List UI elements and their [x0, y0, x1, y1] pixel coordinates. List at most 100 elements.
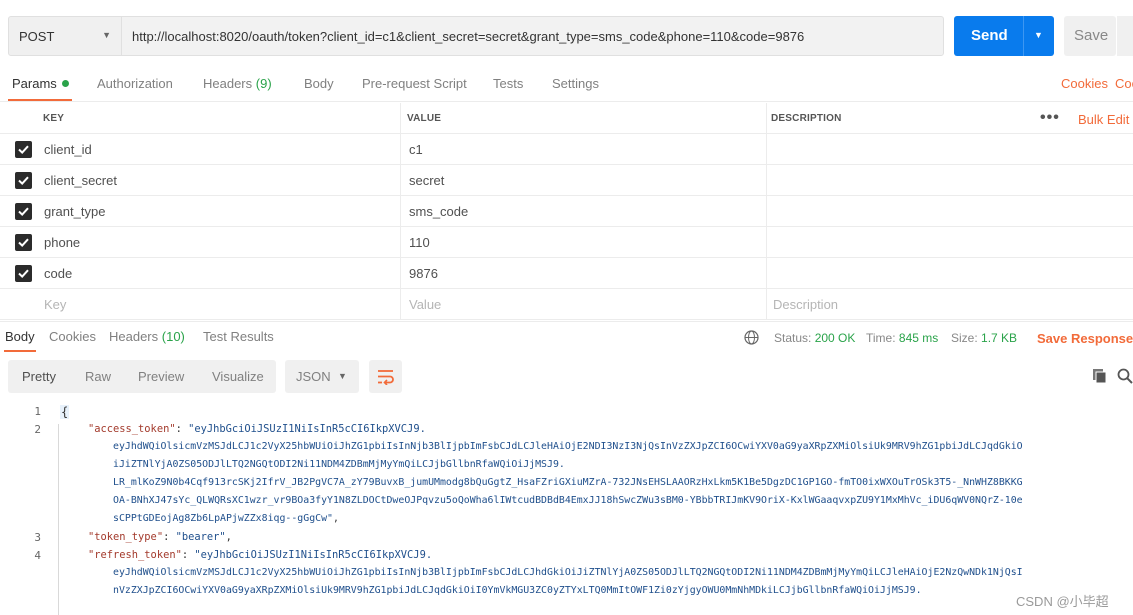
tab-params[interactable]: Params [12, 76, 69, 91]
size-value: 1.7 KB [981, 331, 1018, 345]
line-number: 3 [34, 531, 41, 544]
json-key: "access_token" [88, 423, 176, 435]
check-icon [18, 207, 29, 217]
code-continuation: nVzZXJpZCI6OCwiYXV0aG9yaXRpZXMiOlsiUk9MR… [113, 585, 922, 596]
wrap-lines-button[interactable] [369, 360, 402, 393]
copy-icon[interactable] [1092, 368, 1108, 384]
tab-response-headers[interactable]: Headers (10) [109, 329, 185, 344]
description-cell[interactable] [767, 165, 1133, 195]
key-cell[interactable]: code [0, 258, 401, 288]
cookies-link[interactable]: Cookies [1061, 76, 1108, 91]
send-label: Send [971, 27, 1008, 44]
time-indicator: Time: 845 ms [866, 331, 938, 345]
description-cell[interactable] [767, 227, 1133, 257]
description-cell[interactable] [767, 134, 1133, 164]
check-icon [18, 238, 29, 248]
key-cell[interactable]: client_id [0, 134, 401, 164]
tab-test-results[interactable]: Test Results [203, 329, 274, 344]
param-value: sms_code [409, 204, 469, 219]
tab-authorization[interactable]: Authorization [97, 76, 173, 91]
check-icon [18, 269, 29, 279]
view-pretty[interactable]: Pretty [22, 369, 56, 384]
time-label: Time: [866, 331, 896, 345]
value-input[interactable]: Value [401, 289, 767, 319]
table-row: client_id c1 [0, 134, 1133, 165]
value-cell[interactable]: sms_code [401, 196, 767, 226]
tab-pre-request-script[interactable]: Pre-request Script [362, 76, 467, 91]
status-indicator: Status: 200 OK [774, 331, 855, 345]
value-cell[interactable]: secret [401, 165, 767, 195]
status-value: 200 OK [814, 331, 856, 345]
key-placeholder: Key [44, 297, 67, 312]
value-column-header: VALUE [401, 103, 767, 133]
value-cell[interactable]: 9876 [401, 258, 767, 288]
chevron-down-icon: ▼ [338, 371, 347, 381]
search-icon[interactable] [1117, 368, 1133, 384]
save-button[interactable]: Save [1064, 16, 1116, 56]
param-value: 110 [409, 235, 430, 250]
code-link[interactable]: Coo [1115, 76, 1133, 91]
status-label: Status: [774, 331, 812, 345]
value-placeholder: Value [409, 297, 442, 312]
table-row: grant_type sms_code [0, 196, 1133, 227]
tab-response-headers-count: (10) [161, 329, 185, 344]
response-view-bar: Pretty Raw Preview Visualize JSON ▼ [0, 360, 1133, 394]
tab-body[interactable]: Body [304, 76, 334, 91]
send-button[interactable]: Send ▼ [954, 16, 1054, 56]
tab-params-label: Params [12, 76, 57, 91]
description-cell[interactable] [767, 258, 1133, 288]
code-continuation: iJiZTNlYjA0ZS05ODJlLTQ2NGQtODI2Ni11NDM4Z… [113, 459, 565, 470]
bulk-edit-link[interactable]: Bulk Edit [1078, 112, 1129, 127]
param-key: client_id [44, 142, 92, 157]
size-indicator: Size: 1.7 KB [951, 331, 1017, 345]
param-key: code [44, 266, 73, 281]
view-visualize[interactable]: Visualize [212, 369, 264, 384]
key-cell[interactable]: phone [0, 227, 401, 257]
request-bar: POST ▼ http://localhost:8020/oauth/token… [0, 0, 1133, 62]
code-line-refresh-token: "refresh_token": "eyJhbGciOiJSUzI1NiIsIn… [88, 549, 433, 561]
description-input[interactable]: Description [767, 289, 1133, 319]
url-input[interactable]: http://localhost:8020/oauth/token?client… [121, 16, 944, 56]
key-header-label: KEY [43, 113, 65, 124]
code-continuation: LR_mlKoZ9N0b4Cqf913rcSKj2IfrV_JB2PgVC7A_… [113, 477, 1023, 488]
code-continuation: eyJhdWQiOlsicmVzMSJdLCJ1c2VyX25hbWUiOiJh… [113, 567, 1023, 578]
tab-tests[interactable]: Tests [493, 76, 523, 91]
active-tab-indicator [4, 350, 36, 352]
key-cell[interactable]: grant_type [0, 196, 401, 226]
table-row: client_secret secret [0, 165, 1133, 196]
key-cell[interactable]: client_secret [0, 165, 401, 195]
view-preview[interactable]: Preview [138, 369, 184, 384]
tab-response-body[interactable]: Body [5, 329, 35, 344]
tab-response-headers-label: Headers [109, 329, 159, 344]
method-select[interactable]: POST ▼ [8, 16, 122, 56]
json-string: "bearer" [175, 531, 226, 543]
value-cell[interactable]: c1 [401, 134, 767, 164]
value-cell[interactable]: 110 [401, 227, 767, 257]
tab-settings[interactable]: Settings [552, 76, 599, 91]
save-response-button[interactable]: Save Response [1037, 331, 1133, 346]
tab-response-cookies[interactable]: Cookies [49, 329, 96, 344]
check-icon [18, 176, 29, 186]
code-continuation: OA-BNhXJ47sYc_QLWQRsXC1wzr_vr9BOa3fyY1N8… [113, 495, 1023, 506]
table-row: phone 110 [0, 227, 1133, 258]
json-key: "token_type" [88, 531, 164, 543]
json-string: "eyJhbGciOiJSUzI1NiIsInR5cCI6IkpXVCJ9. [194, 549, 433, 561]
key-input[interactable]: Key [0, 289, 401, 319]
response-body-code[interactable]: 1 2 3 4 { "access_token": "eyJhbGciOiJSU… [0, 402, 1133, 615]
row-checkbox[interactable] [15, 203, 32, 220]
view-raw[interactable]: Raw [85, 369, 111, 384]
row-checkbox[interactable] [15, 265, 32, 282]
chevron-down-icon[interactable]: ▼ [1034, 30, 1043, 40]
format-select[interactable]: JSON ▼ [285, 360, 359, 393]
param-value: 9876 [409, 266, 438, 281]
globe-icon[interactable] [744, 330, 759, 345]
row-checkbox[interactable] [15, 172, 32, 189]
line-number: 1 [34, 405, 41, 418]
save-dropdown[interactable] [1117, 16, 1133, 56]
row-checkbox[interactable] [15, 234, 32, 251]
description-cell[interactable] [767, 196, 1133, 226]
tab-headers[interactable]: Headers (9) [203, 76, 272, 91]
more-options-icon[interactable]: ••• [1040, 109, 1060, 127]
row-checkbox[interactable] [15, 141, 32, 158]
new-param-row: Key Value Description [0, 289, 1133, 320]
